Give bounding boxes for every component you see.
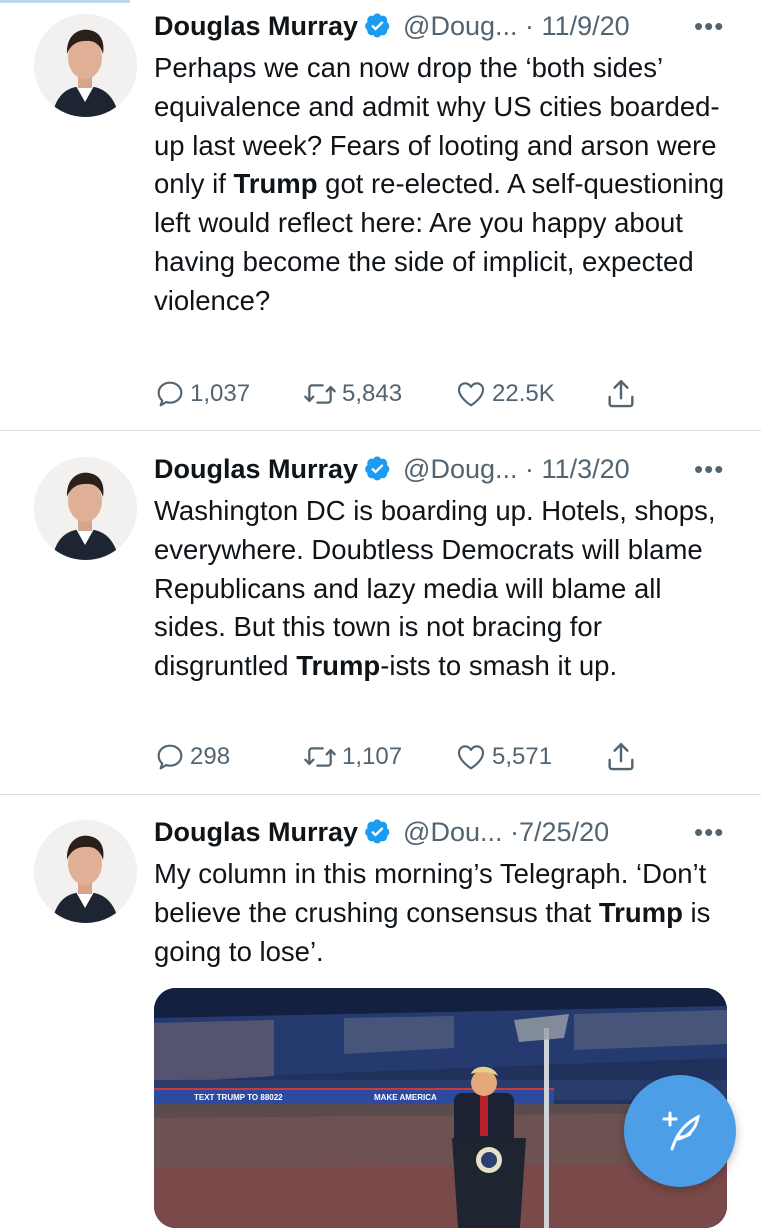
reply-icon <box>157 744 183 770</box>
share-icon <box>608 380 634 408</box>
more-options-icon[interactable]: ••• <box>694 6 724 46</box>
tweet-header: Douglas Murray @Doug... · 11/3/20 <box>154 449 630 489</box>
share-button[interactable] <box>604 374 642 414</box>
more-options-icon[interactable]: ••• <box>694 449 724 489</box>
retweet-count: 5,843 <box>342 380 403 407</box>
like-count: 5,571 <box>492 743 553 770</box>
author-name[interactable]: Douglas Murray <box>154 11 358 41</box>
more-options-icon[interactable]: ••• <box>694 812 724 852</box>
retweet-button[interactable]: 1,107 <box>302 737 402 777</box>
retweet-icon <box>304 747 336 767</box>
verified-badge-icon <box>365 819 390 844</box>
tweet-date[interactable]: 11/3/20 <box>542 454 630 484</box>
compose-tweet-button[interactable] <box>624 1075 736 1187</box>
avatar-image <box>34 820 137 923</box>
separator-dot: · <box>525 454 535 484</box>
reply-count: 298 <box>190 743 231 770</box>
tweet-text-part: -ists to smash it up. <box>380 650 618 682</box>
tweet-date[interactable]: 7/25/20 <box>519 817 609 847</box>
author-handle[interactable]: @Dou... <box>403 817 502 847</box>
verified-badge-icon <box>365 456 390 481</box>
reply-button[interactable]: 1,037 <box>154 374 250 414</box>
tweet-text-highlight: Trump <box>233 168 318 200</box>
heart-icon <box>457 382 485 407</box>
tweet-text: Perhaps we can now drop the ‘both sides’… <box>154 49 734 321</box>
retweet-count: 1,107 <box>342 743 403 770</box>
tweet-actions: 1,037 5,843 22.5K <box>154 374 674 414</box>
like-button[interactable]: 22.5K <box>454 374 555 414</box>
heart-icon <box>457 745 485 770</box>
tweet-text-highlight: Trump <box>296 650 381 682</box>
author-name[interactable]: Douglas Murray <box>154 817 358 847</box>
tweet-text: Washington DC is boarding up. Hotels, sh… <box>154 492 734 686</box>
avatar-image <box>34 457 137 560</box>
avatar[interactable] <box>34 820 137 923</box>
tweet-2[interactable]: Douglas Murray @Doug... · 11/3/20 ••• Was… <box>0 431 761 795</box>
avatar[interactable] <box>34 14 137 117</box>
separator-dot: · <box>525 11 535 41</box>
banner-text-left: TEXT TRUMP TO 88022 <box>194 1093 283 1102</box>
share-icon <box>608 743 634 771</box>
retweet-icon <box>304 384 336 404</box>
tweet-1[interactable]: Douglas Murray @Doug... · 11/9/20 ••• Per… <box>0 0 761 431</box>
avatar-image <box>34 14 137 117</box>
like-button[interactable]: 5,571 <box>454 737 552 777</box>
separator-dot: · <box>510 817 520 847</box>
tweet-actions: 298 1,107 5,571 <box>154 737 674 777</box>
author-handle[interactable]: @Doug... <box>403 11 517 41</box>
share-button[interactable] <box>604 737 642 777</box>
tweet-header: Douglas Murray @Dou... ·7/25/20 <box>154 812 609 852</box>
reply-count: 1,037 <box>190 380 251 407</box>
retweet-button[interactable]: 5,843 <box>302 374 402 414</box>
tweet-text-highlight: Trump <box>598 896 683 928</box>
avatar[interactable] <box>34 457 137 560</box>
verified-badge-icon <box>365 13 390 38</box>
tweet-header: Douglas Murray @Doug... · 11/9/20 <box>154 6 630 46</box>
reply-icon <box>157 381 183 407</box>
author-name[interactable]: Douglas Murray <box>154 454 358 484</box>
banner-text-right: MAKE AMERICA <box>374 1093 437 1102</box>
compose-feather-icon <box>662 1111 700 1151</box>
reply-button[interactable]: 298 <box>154 737 230 777</box>
like-count: 22.5K <box>492 380 555 407</box>
author-handle[interactable]: @Doug... <box>403 454 517 484</box>
tweet-text: My column in this morning’s Telegraph. ‘… <box>154 855 734 971</box>
tweet-date[interactable]: 11/9/20 <box>542 11 630 41</box>
